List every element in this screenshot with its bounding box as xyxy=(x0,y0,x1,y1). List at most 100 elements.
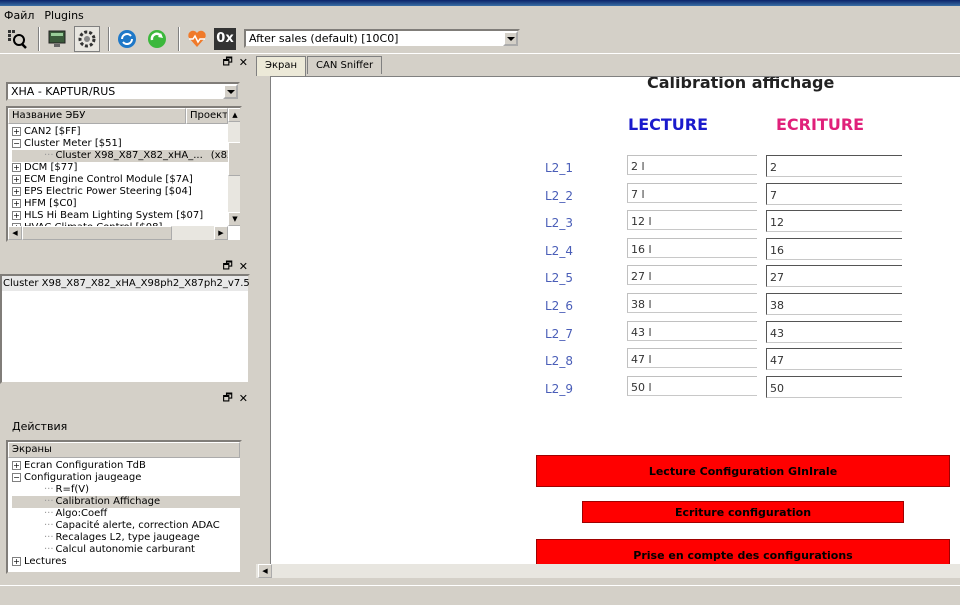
file-item[interactable]: Cluster X98_X87_X82_xHA_X98ph2_X87ph2_v7… xyxy=(2,276,250,291)
apply-config-button[interactable]: Prise en compte des configurations xyxy=(536,539,950,564)
tree-item[interactable]: ··· Algo:Coeff xyxy=(12,508,240,520)
tree-connector: ··· xyxy=(44,520,54,531)
tree-item[interactable]: + Lectures xyxy=(12,556,240,568)
restore-icon[interactable]: 🗗 xyxy=(222,257,232,276)
scroll-left-icon[interactable]: ◀ xyxy=(258,564,272,578)
gear-icon xyxy=(78,30,96,47)
menu-plugins[interactable]: Plugins xyxy=(44,9,83,22)
close-icon[interactable]: ✕ xyxy=(239,56,248,69)
write-value-input[interactable]: 50 xyxy=(766,375,902,398)
vehicle-select[interactable]: XHA - KAPTUR/RUS xyxy=(6,82,240,101)
restore-icon[interactable]: 🗗 xyxy=(222,53,232,72)
write-value-input[interactable]: 47 xyxy=(766,348,902,371)
profile-select[interactable]: After sales (default) [10C0] xyxy=(244,29,520,48)
actions-panel-header: 🗗 ✕ xyxy=(0,390,252,406)
expand-icon[interactable]: + xyxy=(12,460,21,470)
project-column-header[interactable]: Проекте xyxy=(186,108,228,124)
tab-screen[interactable]: Экран xyxy=(256,56,307,76)
ecu-panel: XHA - KAPTUR/RUS Название ЭБУ Проекте +C… xyxy=(0,70,250,256)
hex-button[interactable]: 0x xyxy=(214,27,236,50)
close-icon[interactable]: ✕ xyxy=(239,392,248,405)
read-value-field: 38 l xyxy=(627,293,757,313)
sync-button[interactable] xyxy=(144,26,170,52)
close-icon[interactable]: ✕ xyxy=(239,260,248,273)
main-area: Экран CAN Sniffer Calibration affichage … xyxy=(256,54,960,585)
tree-item-label: EPS Electric Power Steering [$04] xyxy=(24,186,192,197)
screens-column-header[interactable]: Экраны xyxy=(8,442,240,458)
write-value-input[interactable]: 38 xyxy=(766,293,902,315)
menu-bar: Файл Plugins xyxy=(0,6,960,24)
ecu-tree-vscroll[interactable]: ▲ ▼ xyxy=(228,108,240,226)
collapse-icon[interactable]: − xyxy=(12,472,21,482)
read-general-config-button[interactable]: Lecture Configuration GInIrale xyxy=(536,455,950,487)
scroll-thumb[interactable] xyxy=(228,142,240,176)
left-column: 🗗 ✕ XHA - KAPTUR/RUS Название ЭБУ Проект… xyxy=(0,54,252,585)
write-value-input[interactable]: 7 xyxy=(766,182,902,205)
scroll-left-icon[interactable]: ◀ xyxy=(8,226,22,240)
tree-item[interactable]: ··· Capacité alerte, correction ADAC xyxy=(12,520,240,532)
tree-item[interactable]: ··· Calibration Affichage xyxy=(12,496,240,508)
scroll-down-icon[interactable]: ▼ xyxy=(228,212,240,226)
collapse-icon[interactable]: − xyxy=(12,138,21,148)
tree-item[interactable]: ··· R=f(V) xyxy=(12,484,240,496)
monitor-icon xyxy=(48,30,66,47)
row-label: L2_5 xyxy=(545,271,573,286)
write-value-input[interactable]: 27 xyxy=(766,265,902,288)
tree-item-label: Lectures xyxy=(24,556,67,567)
tree-item[interactable]: + DCM [$77] xyxy=(12,162,228,174)
tree-item-label: ECM Engine Control Module [$7A] xyxy=(24,174,193,185)
tree-item[interactable]: + HFM [$C0] xyxy=(12,198,228,210)
expand-icon[interactable]: + xyxy=(12,126,21,136)
write-value-input[interactable]: 43 xyxy=(766,320,902,343)
ecu-tree-hscroll[interactable]: ◀ ▶ xyxy=(8,226,228,240)
menu-file[interactable]: Файл xyxy=(4,9,34,22)
ecu-name-column-header[interactable]: Название ЭБУ xyxy=(8,108,186,124)
row-label: L2_6 xyxy=(545,299,573,313)
tree-item[interactable]: ··· Recalages L2, type jaugeage xyxy=(12,532,240,544)
tree-item-label: Calibration Affichage xyxy=(55,496,161,507)
expand-icon[interactable]: + xyxy=(12,186,21,196)
write-value-input[interactable]: 2 xyxy=(766,155,902,177)
expand-icon[interactable]: + xyxy=(12,198,21,208)
scroll-thumb[interactable] xyxy=(22,226,172,240)
ecriture-header: ECRITURE xyxy=(776,115,865,134)
expand-icon[interactable]: + xyxy=(12,162,21,172)
tree-item[interactable]: − Cluster Meter [$51] xyxy=(12,138,228,150)
monitor-button[interactable] xyxy=(44,26,70,52)
hex-label: 0x xyxy=(216,31,234,46)
refresh-button[interactable] xyxy=(114,26,140,52)
expand-icon[interactable]: + xyxy=(12,210,21,220)
tab-can-sniffer[interactable]: CAN Sniffer xyxy=(307,56,383,74)
tree-item[interactable]: + HLS Hi Beam Lighting System [$07] xyxy=(12,210,228,222)
scroll-right-icon[interactable]: ▶ xyxy=(214,226,228,240)
settings-button[interactable] xyxy=(74,25,100,52)
scroll-up-icon[interactable]: ▲ xyxy=(228,108,240,122)
heart-pulse-icon xyxy=(188,30,206,47)
expand-icon[interactable]: + xyxy=(12,174,21,184)
write-value-input[interactable]: 16 xyxy=(766,237,902,260)
tree-connector: ··· xyxy=(44,496,54,507)
main-hscroll[interactable]: ◀ xyxy=(256,564,960,578)
row-label: L2_1 xyxy=(545,161,573,175)
ecu-tree: Название ЭБУ Проекте +CAN2 [$FF]−Cluster… xyxy=(6,106,242,242)
write-value-input[interactable]: 12 xyxy=(766,210,902,233)
tree-item[interactable]: + Ecran Configuration TdB xyxy=(12,460,240,472)
restore-icon[interactable]: 🗗 xyxy=(222,389,232,408)
tree-item-label: Algo:Coeff xyxy=(55,508,108,519)
scan-ecu-button[interactable] xyxy=(4,26,30,52)
chevron-down-icon[interactable] xyxy=(503,31,518,46)
tree-item[interactable]: + CAN2 [$FF] xyxy=(12,126,228,138)
read-value-field: 12 l xyxy=(627,210,757,231)
tree-item[interactable]: ··· Calcul autonomie carburant xyxy=(12,544,240,556)
tree-item[interactable]: + ECM Engine Control Module [$7A] xyxy=(12,174,228,186)
tree-item-label: Capacité alerte, correction ADAC xyxy=(55,520,220,531)
row-label: L2_7 xyxy=(545,326,573,341)
read-value-field: 16 l xyxy=(627,237,757,258)
expand-icon[interactable]: + xyxy=(12,556,21,566)
health-button[interactable] xyxy=(184,26,210,52)
write-config-button[interactable]: Ecriture configuration xyxy=(582,501,904,523)
tree-item[interactable]: − Configuration jaugeage xyxy=(12,472,240,484)
tree-item[interactable]: + EPS Electric Power Steering [$04] xyxy=(12,186,228,198)
chevron-down-icon[interactable] xyxy=(223,84,238,99)
tree-item[interactable]: ···Cluster X98_X87_X82_xHA_...(x82/x8 xyxy=(12,150,240,162)
